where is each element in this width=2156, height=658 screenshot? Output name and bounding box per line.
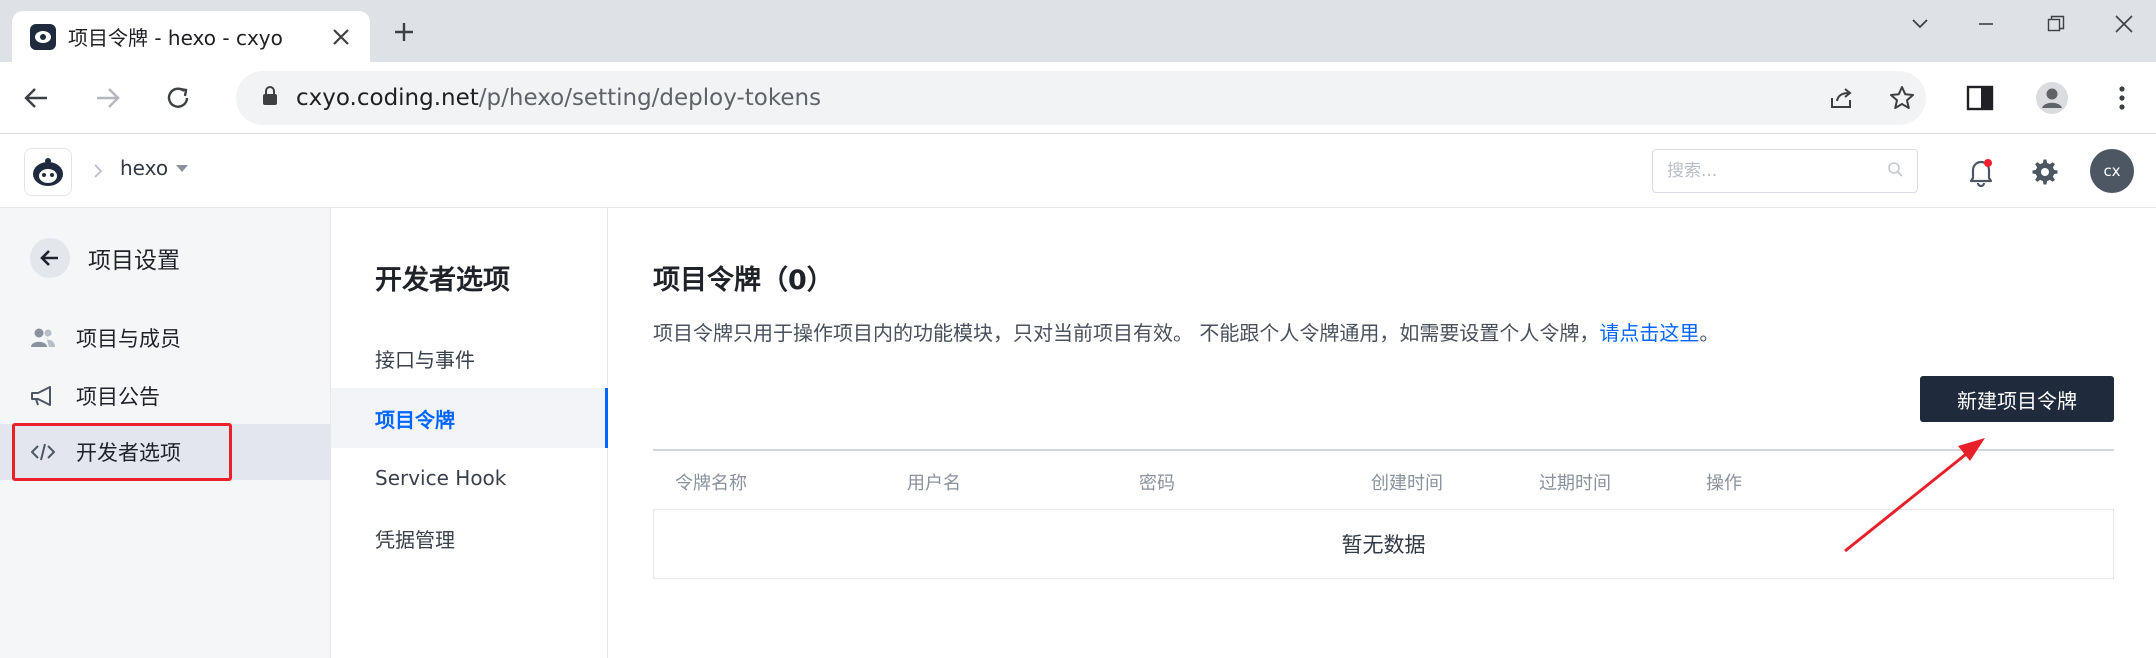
url-path: /p/hexo/setting/deploy-tokens [478, 85, 822, 111]
app-header: hexo cx [0, 134, 2156, 208]
side-panel-icon[interactable] [1958, 76, 2002, 120]
chevron-right-icon [88, 158, 108, 184]
lock-icon[interactable] [262, 86, 278, 110]
browser-menu-icon[interactable] [2100, 76, 2144, 120]
column-header: 创建时间 [1371, 473, 1443, 494]
developer-options-nav: 开发者选项 接口与事件 项目令牌 Service Hook 凭据管理 [331, 208, 608, 658]
subnav-title: 开发者选项 [375, 265, 510, 296]
browser-toolbar: cxyo.coding.net/p/hexo/setting/deploy-to… [0, 62, 2156, 134]
users-icon [30, 325, 56, 351]
tokens-table: 令牌名称 用户名 密码 创建时间 过期时间 操作 暂无数据 [653, 449, 2114, 579]
personal-token-link[interactable]: 请点击这里 [1599, 321, 1699, 345]
coding-logo-icon[interactable] [24, 148, 72, 196]
search-icon[interactable] [1887, 161, 1903, 181]
sidebar-item-label: 开发者选项 [76, 441, 181, 465]
project-name: hexo [120, 156, 169, 180]
sidebar-item-label: 项目与成员 [76, 327, 181, 351]
browser-tab[interactable]: 项目令牌 - hexo - cxyo [12, 11, 370, 62]
sidebar-item-announcements[interactable]: 项目公告 [0, 368, 331, 424]
description-end: 。 [1699, 321, 1720, 345]
close-window-icon[interactable] [2094, 4, 2154, 44]
sidebar-title: 项目设置 [88, 248, 180, 274]
column-header: 用户名 [907, 473, 961, 494]
notification-bell-icon[interactable] [1960, 151, 2002, 193]
create-project-token-button[interactable]: 新建项目令牌 [1920, 376, 2114, 422]
search-input[interactable] [1667, 161, 1887, 181]
bookmark-star-icon[interactable] [1882, 78, 1922, 118]
url-host: cxyo.coding.net [296, 85, 479, 111]
subnav-item-project-tokens[interactable]: 项目令牌 [331, 388, 608, 448]
share-icon[interactable] [1822, 78, 1862, 118]
page-title: 项目令牌（0） [653, 265, 834, 296]
forward-arrow-icon[interactable] [86, 76, 130, 120]
settings-sidebar: 项目设置 项目与成员 项目公告 开发者选项 [0, 208, 331, 658]
column-header: 过期时间 [1539, 473, 1611, 494]
minimize-icon[interactable] [1956, 4, 2016, 44]
sidebar-item-members[interactable]: 项目与成员 [0, 310, 331, 366]
restore-icon[interactable] [2026, 4, 2086, 44]
subnav-item-api-events[interactable]: 接口与事件 [331, 328, 608, 388]
back-arrow-icon[interactable] [14, 76, 58, 120]
address-bar[interactable]: cxyo.coding.net/p/hexo/setting/deploy-to… [236, 71, 1926, 125]
sidebar-item-developer-options[interactable]: 开发者选项 [0, 424, 331, 480]
reload-icon[interactable] [156, 76, 200, 120]
project-switcher[interactable]: hexo [120, 156, 189, 180]
coding-favicon-icon [30, 23, 56, 50]
search-box[interactable] [1652, 149, 1918, 193]
subnav-item-credentials[interactable]: 凭据管理 [331, 508, 608, 568]
browser-tabstrip: 项目令牌 - hexo - cxyo [0, 0, 2156, 62]
megaphone-icon [30, 383, 56, 409]
table-empty-state: 暂无数据 [653, 509, 2114, 579]
tab-search-chevron-icon[interactable] [1890, 4, 1950, 44]
caret-down-icon [176, 164, 189, 172]
column-header: 令牌名称 [675, 473, 747, 494]
table-header: 令牌名称 用户名 密码 创建时间 过期时间 操作 [653, 449, 2114, 509]
url-text[interactable]: cxyo.coding.net/p/hexo/setting/deploy-to… [296, 85, 821, 111]
sidebar-item-label: 项目公告 [76, 385, 160, 409]
code-icon [30, 439, 56, 465]
close-tab-icon[interactable] [326, 22, 356, 52]
column-header: 密码 [1139, 473, 1175, 494]
settings-gear-icon[interactable] [2024, 151, 2066, 193]
subnav-item-service-hook[interactable]: Service Hook [331, 448, 608, 508]
tab-title: 项目令牌 - hexo - cxyo [68, 26, 283, 50]
user-avatar[interactable]: cx [2090, 149, 2134, 193]
main-content: 项目令牌（0） 项目令牌只用于操作项目内的功能模块，只对当前项目有效。 不能跟个… [608, 208, 2156, 658]
back-arrow-icon[interactable] [30, 238, 70, 278]
profile-icon[interactable] [2030, 76, 2074, 120]
new-tab-icon[interactable] [386, 14, 422, 50]
back-to-project[interactable]: 项目设置 [30, 238, 180, 278]
column-header: 操作 [1706, 473, 1742, 494]
page-description: 项目令牌只用于操作项目内的功能模块，只对当前项目有效。 不能跟个人令牌通用，如需… [653, 317, 1719, 346]
description-text: 项目令牌只用于操作项目内的功能模块，只对当前项目有效。 不能跟个人令牌通用，如需… [653, 321, 1600, 345]
